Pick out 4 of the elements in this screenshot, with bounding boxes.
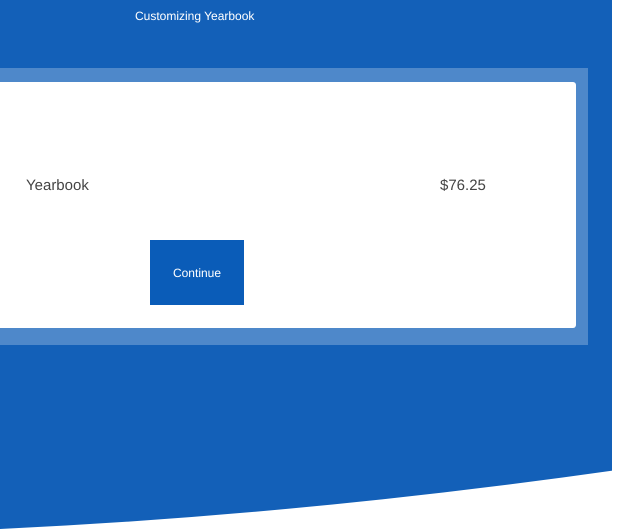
continue-button[interactable]: Continue [150,240,244,305]
page-title: Customizing Yearbook [135,8,254,25]
item-name: Yearbook [25,176,90,196]
item-price: $76.25 [440,176,486,196]
